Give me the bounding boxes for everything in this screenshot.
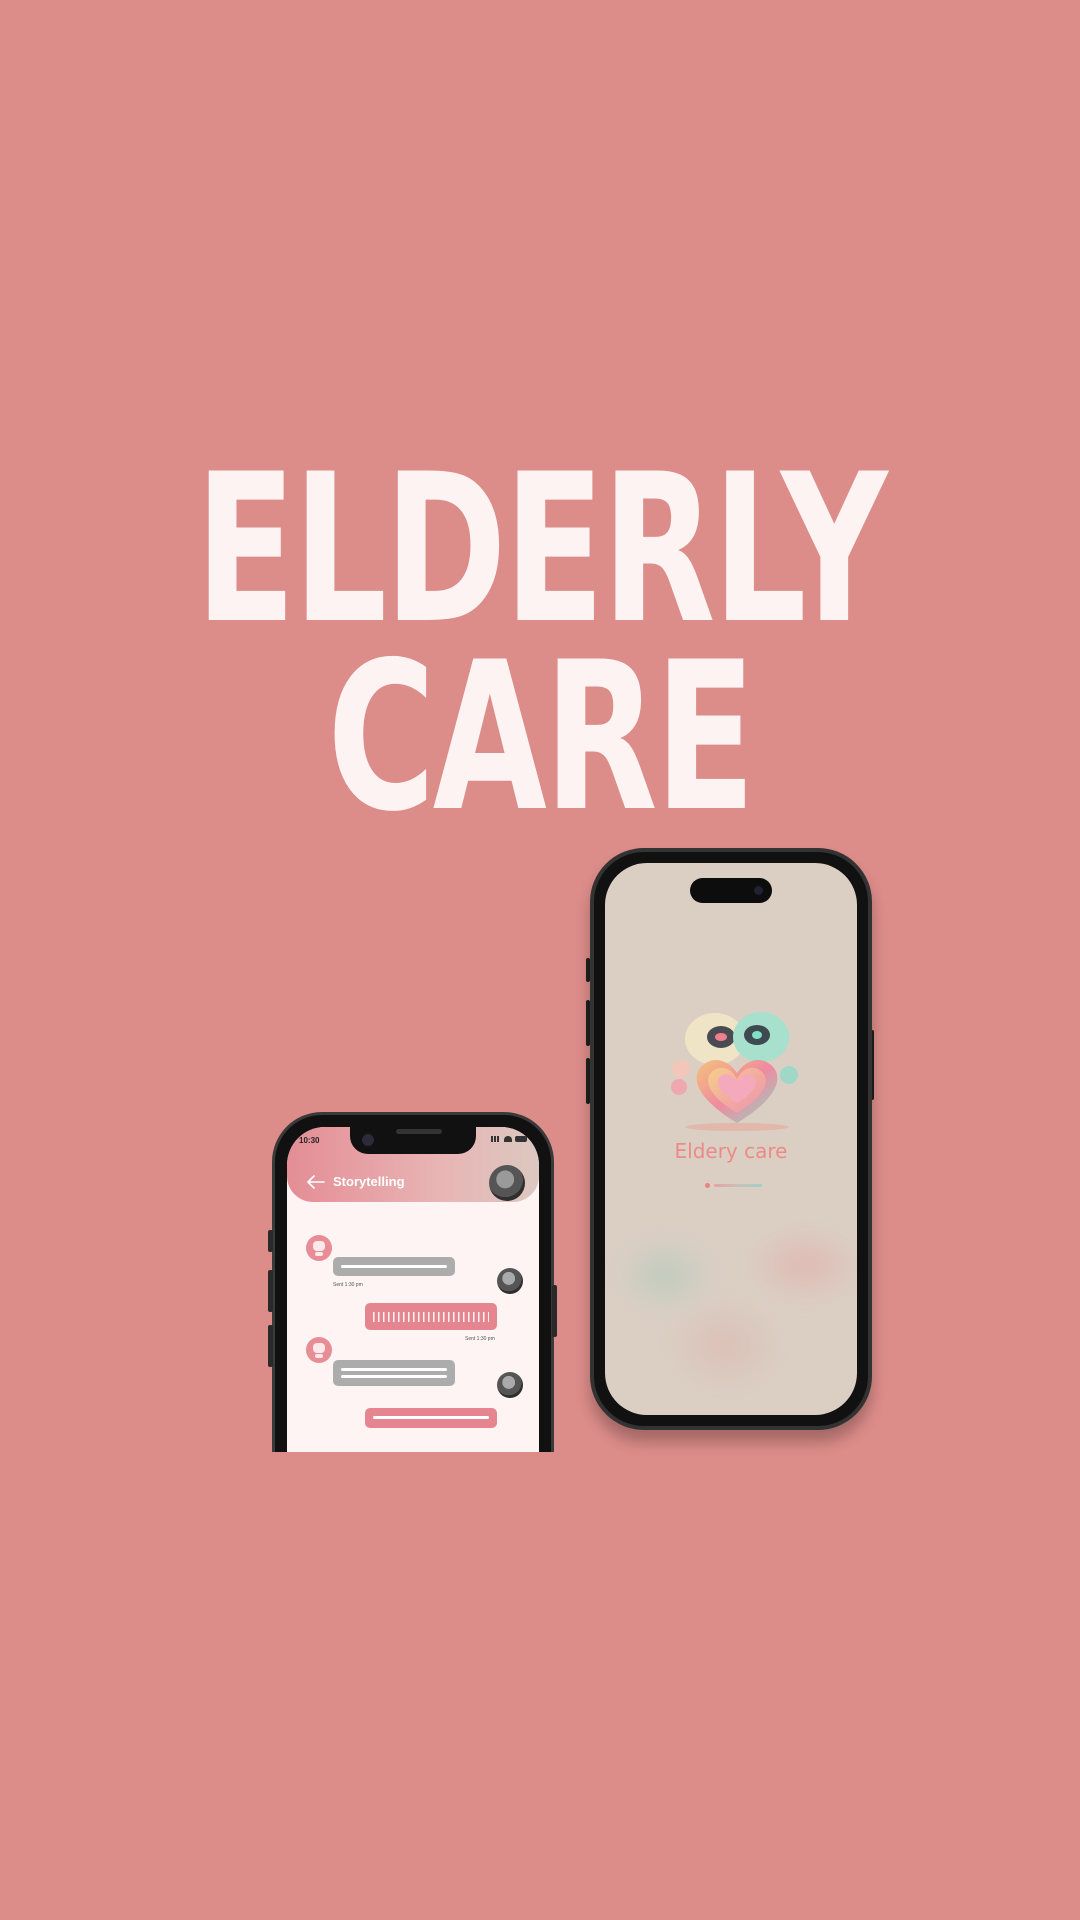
splash-phone: Eldery care — [590, 848, 872, 1430]
phone-side-button — [268, 1270, 273, 1312]
status-icons — [491, 1136, 527, 1142]
phone-side-button — [268, 1230, 273, 1252]
app-name: Eldery care — [674, 1139, 788, 1163]
chat-phone: Storytelling 10:30 Sent 1:30 pm Sent 1:3… — [272, 1112, 554, 1452]
bot-message-bubble[interactable] — [333, 1360, 455, 1386]
bot-message-bubble[interactable] — [333, 1257, 455, 1276]
bot-avatar — [306, 1337, 332, 1363]
loading-bar — [714, 1184, 762, 1187]
headline-line-2: CARE — [327, 619, 755, 857]
chat-title: Storytelling — [333, 1174, 405, 1189]
voice-message-bubble[interactable] — [365, 1303, 497, 1330]
chat-screen: Storytelling 10:30 Sent 1:30 pm Sent 1:3… — [287, 1127, 539, 1452]
user-avatar — [497, 1372, 523, 1398]
status-time: 10:30 — [299, 1136, 320, 1145]
profile-avatar[interactable] — [489, 1165, 525, 1201]
sent-time: Sent 1:30 pm — [465, 1336, 495, 1342]
phone-side-button — [268, 1325, 273, 1367]
wifi-icon — [504, 1136, 512, 1142]
phone-side-button — [552, 1285, 557, 1337]
splash-screen: Eldery care — [605, 863, 857, 1415]
signal-icon — [491, 1136, 501, 1142]
loading-dot — [705, 1183, 710, 1188]
sent-time: Sent 1:30 pm — [333, 1282, 363, 1288]
loading-indicator — [705, 1183, 765, 1188]
back-arrow-icon[interactable] — [307, 1175, 325, 1189]
user-avatar — [497, 1268, 523, 1294]
user-message-bubble[interactable] — [365, 1408, 497, 1428]
voice-waveform — [373, 1312, 489, 1322]
blurred-background-shapes — [605, 1215, 857, 1415]
bot-avatar — [306, 1235, 332, 1261]
dynamic-island — [690, 878, 772, 903]
heart-robots-mascot-icon — [671, 1012, 798, 1131]
battery-icon — [515, 1136, 527, 1142]
phone-notch — [350, 1127, 476, 1154]
